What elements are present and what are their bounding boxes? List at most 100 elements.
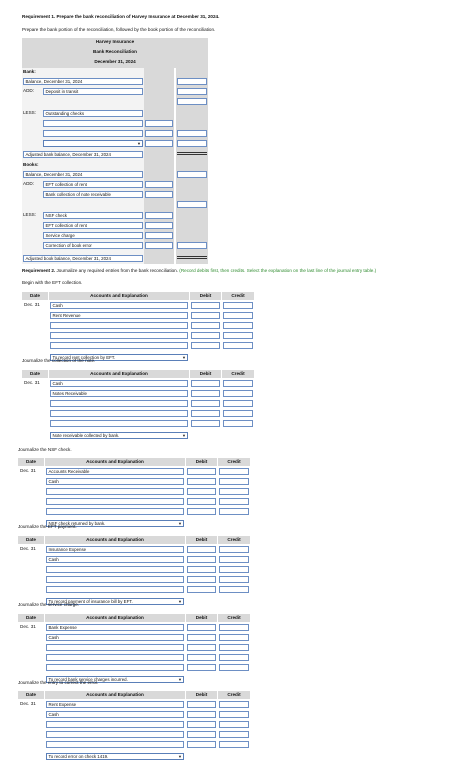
account-input[interactable]: [46, 488, 184, 495]
bank-note-amount[interactable]: [145, 191, 173, 198]
debit-input[interactable]: [187, 468, 216, 475]
correction-line[interactable]: Correction of book error: [43, 242, 143, 249]
credit-input[interactable]: [219, 654, 249, 661]
debit-input[interactable]: [191, 322, 220, 329]
debit-input[interactable]: [191, 400, 220, 407]
eft-collection-line[interactable]: EFT collection of rent: [43, 222, 143, 229]
credit-input[interactable]: [219, 566, 249, 573]
credit-account-input[interactable]: Notes Receivable: [50, 390, 188, 397]
eft-collection-amount[interactable]: [145, 222, 173, 229]
debit-account-input[interactable]: Cash: [50, 380, 188, 387]
outstanding-total-2[interactable]: [177, 140, 207, 147]
debit-input[interactable]: [187, 644, 216, 651]
credit-input[interactable]: [219, 721, 249, 728]
credit-input[interactable]: [223, 380, 253, 387]
bank-balance-amount[interactable]: [177, 78, 207, 85]
account-input[interactable]: [50, 420, 188, 427]
debit-input[interactable]: [187, 546, 216, 553]
debit-input[interactable]: [191, 410, 220, 417]
debit-input[interactable]: [187, 566, 216, 573]
account-input[interactable]: [46, 741, 184, 748]
outstanding-check-2[interactable]: [145, 130, 173, 137]
credit-input[interactable]: [219, 741, 249, 748]
debit-input[interactable]: [187, 741, 216, 748]
credit-input[interactable]: [219, 508, 249, 515]
debit-input[interactable]: [187, 488, 216, 495]
debit-account-input[interactable]: Rent Expense: [46, 701, 184, 708]
outstanding-check-1[interactable]: [145, 120, 173, 127]
book-balance-amount[interactable]: [177, 171, 207, 178]
debit-input[interactable]: [187, 624, 216, 631]
credit-input[interactable]: [219, 478, 249, 485]
debit-input[interactable]: [187, 634, 216, 641]
correction-amount[interactable]: [145, 242, 173, 249]
service-charge-line[interactable]: Service charge: [43, 232, 143, 239]
account-input[interactable]: [46, 654, 184, 661]
credit-input[interactable]: [219, 576, 249, 583]
credit-input[interactable]: [223, 410, 253, 417]
outstanding-dropdown[interactable]: ▼: [43, 140, 143, 147]
debit-input[interactable]: [187, 586, 216, 593]
account-input[interactable]: [46, 731, 184, 738]
credit-input[interactable]: [223, 420, 253, 427]
debit-input[interactable]: [187, 721, 216, 728]
debit-input[interactable]: [191, 342, 220, 349]
account-input[interactable]: [50, 342, 188, 349]
debit-input[interactable]: [187, 508, 216, 515]
book-balance-line[interactable]: Balance, December 31, 2024: [23, 171, 143, 178]
debit-account-input[interactable]: Insurance Expense: [46, 546, 184, 553]
debit-input[interactable]: [191, 302, 220, 309]
credit-input[interactable]: [223, 400, 253, 407]
adjusted-bank-line[interactable]: Adjusted bank balance, December 31, 2024: [23, 151, 143, 158]
debit-input[interactable]: [191, 420, 220, 427]
debit-account-input[interactable]: Bank Expense: [46, 624, 184, 631]
deposit-in-transit-line[interactable]: Deposit in transit: [43, 88, 143, 95]
credit-input[interactable]: [219, 498, 249, 505]
credit-account-input[interactable]: Cash: [46, 634, 184, 641]
credit-input[interactable]: [219, 701, 249, 708]
explanation-dropdown[interactable]: To record error on check 1419. ▼: [46, 753, 184, 760]
outstanding-check-3[interactable]: [145, 140, 173, 147]
nsf-check-line[interactable]: NSF check: [43, 212, 143, 219]
explanation-dropdown[interactable]: Note receivable collected by bank. ▼: [50, 432, 188, 439]
credit-input[interactable]: [219, 546, 249, 553]
account-input[interactable]: [46, 498, 184, 505]
account-input[interactable]: [46, 664, 184, 671]
account-input[interactable]: [46, 586, 184, 593]
credit-input[interactable]: [223, 302, 253, 309]
account-input[interactable]: [46, 721, 184, 728]
book-add-total[interactable]: [177, 201, 207, 208]
bank-balance-line[interactable]: Balance, December 31, 2024: [23, 78, 143, 85]
outstanding-check-1-label[interactable]: [43, 120, 143, 127]
adjusted-book-line[interactable]: Adjusted book balance, December 31, 2024: [23, 255, 143, 262]
nsf-check-amount[interactable]: [145, 212, 173, 219]
account-input[interactable]: [50, 400, 188, 407]
book-less-total[interactable]: [177, 242, 207, 249]
debit-input[interactable]: [191, 332, 220, 339]
credit-input[interactable]: [223, 342, 253, 349]
credit-input[interactable]: [223, 312, 253, 319]
account-input[interactable]: [46, 644, 184, 651]
debit-account-input[interactable]: Accounts Receivable: [46, 468, 184, 475]
service-charge-amount[interactable]: [145, 232, 173, 239]
credit-input[interactable]: [219, 586, 249, 593]
debit-input[interactable]: [187, 711, 216, 718]
credit-input[interactable]: [219, 711, 249, 718]
outstanding-checks-line[interactable]: Outstanding checks: [43, 110, 143, 117]
credit-account-input[interactable]: Cash: [46, 556, 184, 563]
credit-input[interactable]: [219, 634, 249, 641]
outstanding-total[interactable]: [177, 130, 207, 137]
credit-input[interactable]: [219, 644, 249, 651]
account-input[interactable]: [46, 508, 184, 515]
eft-rent-amount[interactable]: [145, 181, 173, 188]
account-input[interactable]: [46, 576, 184, 583]
account-input[interactable]: [46, 566, 184, 573]
debit-input[interactable]: [187, 478, 216, 485]
bank-note-line[interactable]: Bank collection of note receivable: [43, 191, 143, 198]
debit-input[interactable]: [187, 731, 216, 738]
credit-input[interactable]: [223, 390, 253, 397]
debit-account-input[interactable]: Cash: [50, 302, 188, 309]
debit-input[interactable]: [191, 312, 220, 319]
credit-input[interactable]: [219, 664, 249, 671]
credit-account-input[interactable]: Cash: [46, 478, 184, 485]
